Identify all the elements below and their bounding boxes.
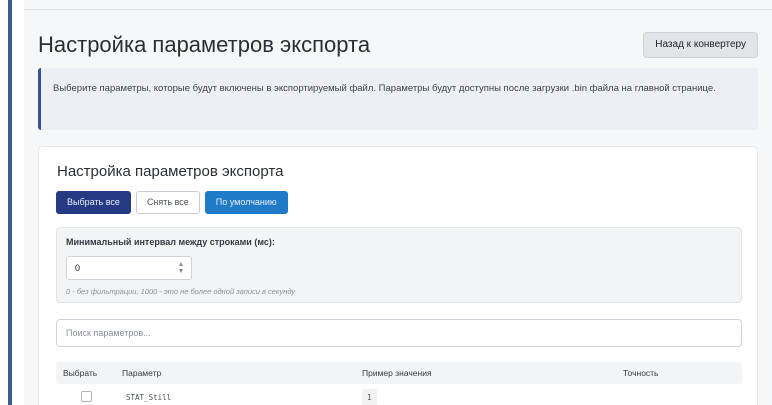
column-header-parameter: Параметр: [122, 368, 162, 378]
column-header-precision: Точность: [623, 368, 659, 378]
select-all-button[interactable]: Выбрать все: [56, 191, 131, 214]
page-header: Настройка параметров экспорта Назад к ко…: [38, 30, 758, 64]
selection-buttons: Выбрать все Снять все По умолчанию: [56, 191, 288, 215]
interval-hint: 0 - без фильтрации, 1000 - это не более …: [66, 287, 296, 296]
table-header: Выбрать Параметр Пример значения Точност…: [56, 362, 742, 384]
column-header-example: Пример значения: [362, 368, 432, 378]
default-button[interactable]: По умолчанию: [204, 191, 288, 214]
info-alert-text: Выберите параметры, которые будут включе…: [53, 83, 716, 94]
interval-input[interactable]: 0: [66, 256, 192, 280]
row-select-checkbox[interactable]: [81, 391, 92, 402]
info-alert: Выберите параметры, которые будут включе…: [38, 68, 758, 130]
card-title: Настройка параметров экспорта: [57, 163, 284, 180]
top-divider: [24, 9, 772, 10]
interval-settings: Минимальный интервал между строками (мс)…: [56, 227, 742, 303]
page-title: Настройка параметров экспорта: [38, 32, 371, 57]
page-content: Настройка параметров экспорта Назад к ко…: [24, 0, 772, 405]
export-settings-card: Настройка параметров экспорта Выбрать вс…: [38, 146, 758, 405]
left-accent-bar: [0, 0, 12, 405]
column-header-select: Выбрать: [63, 368, 98, 378]
back-to-converter-button[interactable]: Назад к конвертеру: [643, 32, 758, 58]
clear-all-button[interactable]: Снять все: [135, 191, 200, 214]
row-parameter-name: STAT_Still: [126, 393, 172, 402]
row-example-value: 1: [362, 389, 377, 405]
parameter-search-input[interactable]: [56, 319, 742, 347]
interval-label: Минимальный интервал между строками (мс)…: [66, 237, 275, 247]
spinner-arrows-icon[interactable]: ▲ ▼: [177, 261, 185, 275]
table-row: STAT_Still 1: [56, 387, 742, 405]
